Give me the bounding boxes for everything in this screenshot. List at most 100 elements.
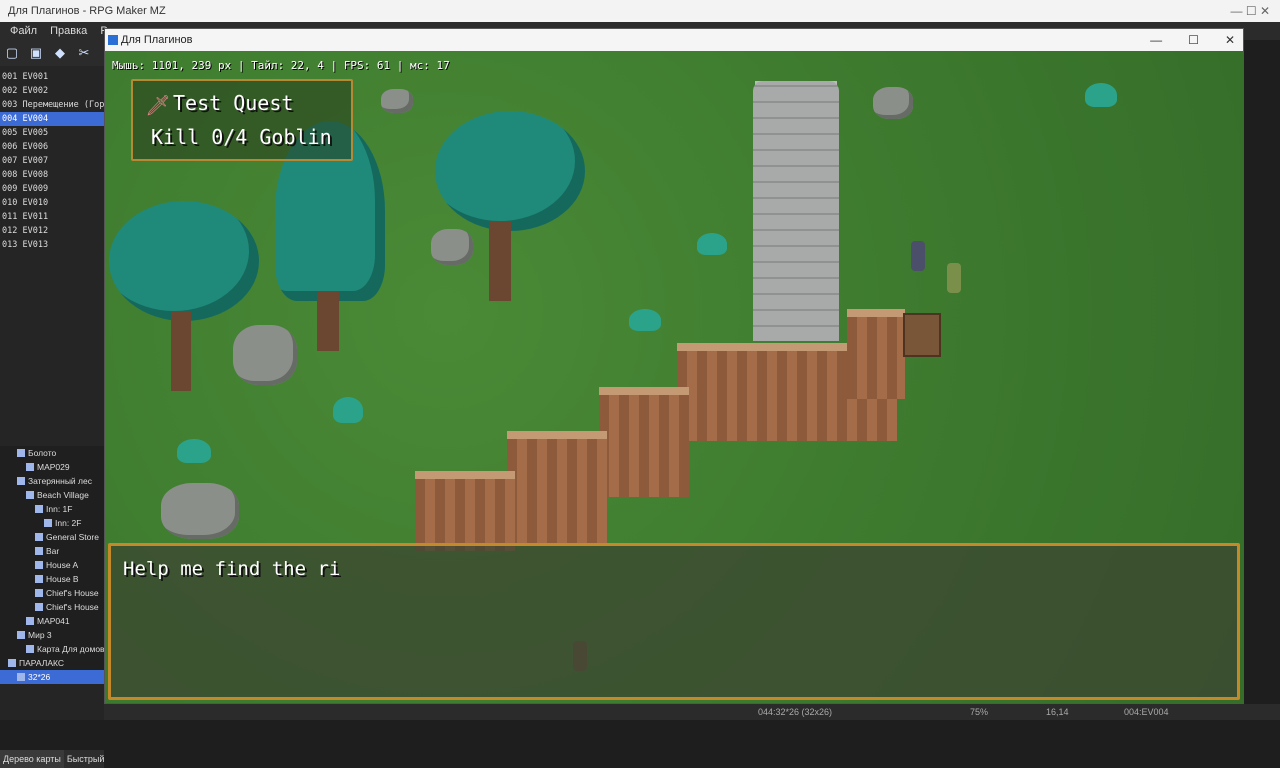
tree-trunk-2 — [489, 221, 511, 301]
map-icon — [26, 491, 34, 499]
tab-quick[interactable]: Быстрый — [64, 750, 108, 768]
map-tree-item[interactable]: MAP041 — [0, 614, 104, 628]
map-tree-item[interactable]: 32*26 — [0, 670, 104, 684]
debug-hud: Мышь: 1101, 239 px | Тайл: 22, 4 | FPS: … — [112, 59, 450, 72]
map-tree-item[interactable]: General Store — [0, 530, 104, 544]
event-list: 001 EV001002 EV002003 Перемещение (Горна… — [0, 70, 104, 252]
cliff — [507, 431, 607, 543]
bush — [1085, 83, 1117, 107]
event-list-item[interactable]: 001 EV001 — [0, 70, 104, 84]
editor-toolbar: ▢ ▣ ◆ ✂ — [0, 40, 104, 66]
event-list-item[interactable]: 009 EV009 — [0, 182, 104, 196]
cliff — [415, 471, 515, 551]
map-icon — [35, 505, 43, 513]
open-file-icon[interactable]: ▣ — [28, 45, 44, 61]
map-tree-item[interactable]: Bar — [0, 544, 104, 558]
map-tree-item[interactable]: Beach Village — [0, 488, 104, 502]
map-tree-label: Chief's House — [46, 602, 99, 612]
event-list-item[interactable]: 002 EV002 — [0, 84, 104, 98]
rock — [381, 89, 413, 113]
map-tree-label: Болото — [28, 448, 57, 458]
stone-tower — [753, 81, 839, 341]
panel-tabs: Дерево карты Быстрый — [0, 750, 104, 768]
map-tree-item[interactable]: House B — [0, 572, 104, 586]
map-tree-item[interactable]: Затерянный лес — [0, 474, 104, 488]
map-tree-label: House B — [46, 574, 79, 584]
rock — [233, 325, 297, 385]
close-button[interactable]: ✕ — [1225, 29, 1235, 51]
map-tree-item[interactable]: MAP029 — [0, 460, 104, 474]
tab-map-tree[interactable]: Дерево карты — [0, 750, 64, 768]
map-icon — [17, 673, 25, 681]
map-icon — [35, 575, 43, 583]
sword-icon: 🗡 — [145, 95, 171, 117]
status-bar: 044:32*26 (32x26) 75% 16,14 004:EV004 — [104, 704, 1280, 720]
quest-title: Test Quest — [173, 91, 294, 115]
new-file-icon[interactable]: ▢ — [4, 45, 20, 61]
map-icon — [26, 617, 34, 625]
event-list-item[interactable]: 011 EV011 — [0, 210, 104, 224]
map-tree-item[interactable]: Болото — [0, 446, 104, 460]
map-tree: Болото MAP029 Затерянный лес Beach Village I… — [0, 446, 104, 684]
map-tree-item[interactable]: House A — [0, 558, 104, 572]
bush — [333, 397, 363, 423]
map-tree-label: Мир 3 — [28, 630, 52, 640]
map-tree-label: ПАРАЛАКС — [19, 658, 64, 668]
menu-edit[interactable]: Правка — [50, 25, 87, 37]
map-icon — [35, 547, 43, 555]
event-list-item[interactable]: 008 EV008 — [0, 168, 104, 182]
map-tree-label: MAP041 — [37, 616, 70, 626]
game-window-title-bar: Для Плагинов — ☐ ✕ — [105, 29, 1243, 51]
event-list-item[interactable]: 012 EV012 — [0, 224, 104, 238]
map-tree-item[interactable]: Inn: 2F — [0, 516, 104, 530]
map-tree-label: MAP029 — [37, 462, 70, 472]
map-tree-item[interactable]: Inn: 1F — [0, 502, 104, 516]
cut-icon[interactable]: ✂ — [76, 45, 92, 61]
menu-file[interactable]: Файл — [10, 25, 37, 37]
tree-trunk — [171, 311, 191, 391]
save-icon[interactable]: ◆ — [52, 45, 68, 61]
pine-trunk — [317, 291, 339, 351]
npc-knight[interactable] — [911, 241, 925, 271]
map-tree-item[interactable]: ПАРАЛАКС — [0, 656, 104, 670]
event-list-item[interactable]: 003 Перемещение (Горная — [0, 98, 104, 112]
status-map: 044:32*26 (32x26) — [758, 707, 833, 717]
map-tree-item[interactable]: Chief's House — [0, 586, 104, 600]
rock — [873, 87, 913, 119]
game-window-title: Для Плагинов — [121, 34, 193, 46]
bush — [177, 439, 211, 463]
map-icon — [17, 449, 25, 457]
map-icon — [44, 519, 52, 527]
cliff — [847, 309, 905, 399]
map-icon — [26, 463, 34, 471]
event-list-item[interactable]: 013 EV013 — [0, 238, 104, 252]
tree-canopy — [109, 201, 259, 321]
editor-window-controls[interactable]: — ☐ ✕ — [1231, 0, 1270, 22]
message-window[interactable]: Help me find the ri — [108, 543, 1240, 700]
map-tree-label: Inn: 2F — [55, 518, 82, 528]
map-icon — [35, 533, 43, 541]
event-list-item[interactable]: 006 EV006 — [0, 140, 104, 154]
event-list-item[interactable]: 005 EV005 — [0, 126, 104, 140]
map-icon — [17, 631, 25, 639]
status-zoom: 75% — [970, 707, 989, 717]
map-icon — [8, 659, 16, 667]
minimize-button[interactable]: — — [1150, 29, 1162, 51]
map-tree-label: Beach Village — [37, 490, 89, 500]
event-list-item[interactable]: 007 EV007 — [0, 154, 104, 168]
bush — [629, 309, 661, 331]
maximize-button[interactable]: ☐ — [1188, 29, 1199, 51]
event-list-item[interactable]: 004 EV004 — [0, 112, 104, 126]
event-list-item[interactable]: 010 EV010 — [0, 196, 104, 210]
map-icon — [17, 477, 25, 485]
map-tree-item[interactable]: Мир 3 — [0, 628, 104, 642]
game-canvas[interactable]: Мышь: 1101, 239 px | Тайл: 22, 4 | FPS: … — [105, 51, 1243, 703]
cliff — [599, 387, 689, 497]
map-tree-item[interactable]: Chief's House — [0, 600, 104, 614]
tree-canopy-2 — [435, 111, 585, 231]
map-tree-item[interactable]: Карта Для домов — [0, 642, 104, 656]
npc-girl[interactable] — [947, 263, 961, 293]
status-coords: 16,14 — [1046, 707, 1069, 717]
map-tree-label: Bar — [46, 546, 60, 556]
map-tree-label: 32*26 — [28, 672, 51, 682]
